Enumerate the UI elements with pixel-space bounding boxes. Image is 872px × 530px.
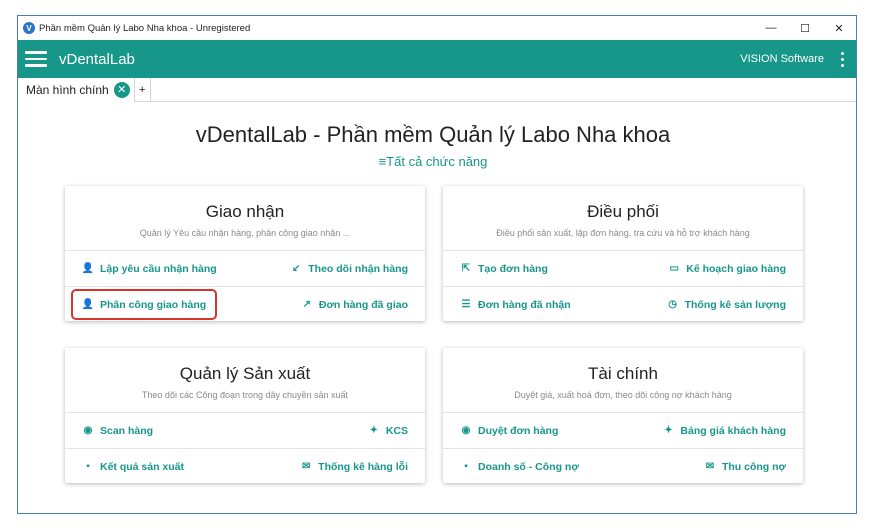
arrow-up-right-icon: ↗ bbox=[302, 299, 312, 310]
tab-bar: Màn hình chính ✕ + bbox=[18, 77, 856, 102]
thong-ke-san-luong-link[interactable]: ◷ Thống kê sản lượng bbox=[667, 299, 786, 311]
twitter-icon: ✦ bbox=[369, 425, 379, 436]
card-row: 👤 Phân công giao hàng ↗ Đơn hàng đã giao bbox=[65, 286, 425, 322]
card-row: ⇱ Tạo đơn hàng ▭ Kế hoạch giao hàng bbox=[443, 250, 803, 286]
github-icon: ◉ bbox=[83, 425, 93, 436]
ket-qua-san-xuat-link[interactable]: ▪ Kết quả sản xuất bbox=[82, 461, 184, 473]
monitor-icon: ▭ bbox=[669, 263, 679, 274]
card-dieu-phoi: Điều phối Điều phối sản xuất, lập đơn hà… bbox=[443, 186, 803, 321]
card-row: ▪ Doanh số - Công nợ ✉ Thu công nợ bbox=[443, 448, 803, 484]
card-subtitle: Duyệt giá, xuất hoá đơn, theo dõi công n… bbox=[514, 390, 732, 400]
ke-hoach-giao-hang-link[interactable]: ▭ Kế hoạch giao hàng bbox=[668, 262, 787, 275]
maximize-button[interactable]: ☐ bbox=[788, 16, 822, 40]
page-title: vDentalLab - Phần mềm Quản lý Labo Nha k… bbox=[195, 122, 671, 147]
card-row: ◉ Duyệt đơn hàng ✦ Bảng giá khách hàng bbox=[443, 412, 803, 448]
mail-icon: ✉ bbox=[705, 461, 715, 472]
card-title: Giao nhận bbox=[205, 202, 285, 221]
add-tab-button[interactable]: + bbox=[135, 77, 151, 102]
scan-hang-link[interactable]: ◉ Scan hàng bbox=[82, 425, 153, 437]
theo-doi-nhan-hang-link[interactable]: ↙ Theo dõi nhận hàng bbox=[290, 263, 408, 275]
window-title: Phần mềm Quản lý Labo Nha khoa - Unregis… bbox=[39, 22, 251, 34]
main-content: vDentalLab - Phần mềm Quản lý Labo Nha k… bbox=[18, 102, 856, 513]
lap-yeu-cau-nhan-hang-link[interactable]: 👤 Lập yêu cầu nhận hàng bbox=[82, 263, 217, 275]
card-title: Điều phối bbox=[587, 202, 659, 221]
card-title: Quản lý Sản xuất bbox=[179, 364, 311, 383]
tab-main-screen[interactable]: Màn hình chính ✕ bbox=[18, 77, 135, 102]
arrow-down-left-icon: ↙ bbox=[292, 263, 301, 274]
thu-cong-no-link[interactable]: ✉ Thu công nợ bbox=[704, 461, 786, 473]
link-label: Duyệt đơn hàng bbox=[478, 424, 559, 437]
list-icon: ☰ bbox=[461, 299, 471, 310]
link-label: Thống kê sản lượng bbox=[684, 298, 786, 311]
doanh-so-cong-no-link[interactable]: ▪ Doanh số - Công nợ bbox=[460, 461, 579, 473]
card-subtitle: Điều phối sản xuất, lập đơn hàng, tra cứ… bbox=[496, 228, 750, 238]
app-logo-icon: V bbox=[23, 22, 35, 34]
new-order-icon: ⇱ bbox=[461, 263, 471, 274]
phan-cong-giao-hang-link[interactable]: 👤 Phân công giao hàng bbox=[82, 299, 206, 311]
window-controls: — ☐ ✕ bbox=[754, 16, 856, 40]
app-window: V Phần mềm Quản lý Labo Nha khoa - Unreg… bbox=[17, 15, 857, 514]
brand-name: vDentalLab bbox=[59, 50, 135, 68]
don-hang-da-giao-link[interactable]: ↗ Đơn hàng đã giao bbox=[301, 299, 408, 311]
link-label: Bảng giá khách hàng bbox=[680, 424, 786, 437]
close-window-button[interactable]: ✕ bbox=[822, 16, 856, 40]
tab-label: Màn hình chính bbox=[26, 82, 109, 97]
card-row: ☰ Đơn hàng đã nhận ◷ Thống kê sản lượng bbox=[443, 286, 803, 322]
comment-icon: ▪ bbox=[464, 461, 468, 472]
link-label: Doanh số - Công nợ bbox=[478, 460, 579, 473]
minimize-button[interactable]: — bbox=[754, 16, 788, 40]
close-tab-icon[interactable]: ✕ bbox=[113, 81, 130, 98]
link-label: Thu công nợ bbox=[721, 460, 786, 473]
kcs-link[interactable]: ✦ KCS bbox=[368, 425, 408, 437]
card-row: ▪ Kết quả sản xuất ✉ Thống kê hàng lỗi bbox=[65, 448, 425, 484]
link-label: KCS bbox=[385, 424, 408, 437]
twitter-icon: ✦ bbox=[664, 425, 673, 436]
tao-don-hang-link[interactable]: ⇱ Tạo đơn hàng bbox=[460, 263, 548, 275]
link-label: Theo dõi nhận hàng bbox=[308, 262, 408, 275]
don-hang-da-nhan-link[interactable]: ☰ Đơn hàng đã nhận bbox=[460, 299, 571, 311]
link-label: Kết quả sản xuất bbox=[100, 460, 185, 473]
all-functions-link[interactable]: ≡Tất cả chức năng bbox=[18, 154, 848, 169]
link-label: Phân công giao hàng bbox=[100, 298, 207, 311]
link-label: Thống kê hàng lỗi bbox=[318, 460, 408, 473]
link-label: Kế hoạch giao hàng bbox=[686, 262, 786, 275]
person-icon: 👤 bbox=[81, 299, 95, 310]
person-icon: 👤 bbox=[81, 263, 95, 274]
card-quan-ly-san-xuat: Quản lý Sản xuất Theo dõi các Công đoạn … bbox=[65, 348, 425, 483]
link-label: Scan hàng bbox=[100, 424, 154, 437]
card-giao-nhan: Giao nhận Quản lý Yêu cầu nhận hàng, phâ… bbox=[65, 186, 425, 321]
bang-gia-khach-hang-link[interactable]: ✦ Bảng giá khách hàng bbox=[662, 425, 786, 437]
link-label: Tạo đơn hàng bbox=[478, 262, 548, 275]
link-label: Đơn hàng đã giao bbox=[318, 298, 408, 311]
title-bar: V Phần mềm Quản lý Labo Nha khoa - Unreg… bbox=[18, 16, 856, 40]
mail-icon: ✉ bbox=[301, 461, 311, 472]
card-subtitle: Theo dõi các Công đoạn trong dây chuyền … bbox=[141, 390, 349, 400]
card-title: Tài chính bbox=[588, 364, 658, 383]
more-options-icon[interactable] bbox=[841, 52, 844, 67]
clock-icon: ◷ bbox=[668, 299, 677, 310]
card-row: ◉ Scan hàng ✦ KCS bbox=[65, 412, 425, 448]
vendor-name: VISION Software bbox=[740, 53, 824, 65]
link-label: Đơn hàng đã nhận bbox=[478, 298, 571, 311]
thong-ke-hang-loi-link[interactable]: ✉ Thống kê hàng lỗi bbox=[300, 461, 408, 473]
github-icon: ◉ bbox=[461, 425, 471, 436]
app-bar: vDentalLab VISION Software bbox=[18, 40, 856, 78]
card-subtitle: Quản lý Yêu cầu nhận hàng, phân công gia… bbox=[139, 228, 351, 238]
link-label: Lập yêu cầu nhận hàng bbox=[100, 262, 217, 275]
duyet-don-hang-link[interactable]: ◉ Duyệt đơn hàng bbox=[460, 424, 559, 437]
card-tai-chinh: Tài chính Duyệt giá, xuất hoá đơn, theo … bbox=[443, 348, 803, 483]
comment-icon: ▪ bbox=[86, 461, 90, 472]
card-row: 👤 Lập yêu cầu nhận hàng ↙ Theo dõi nhận … bbox=[65, 250, 425, 286]
menu-icon[interactable] bbox=[25, 51, 47, 67]
